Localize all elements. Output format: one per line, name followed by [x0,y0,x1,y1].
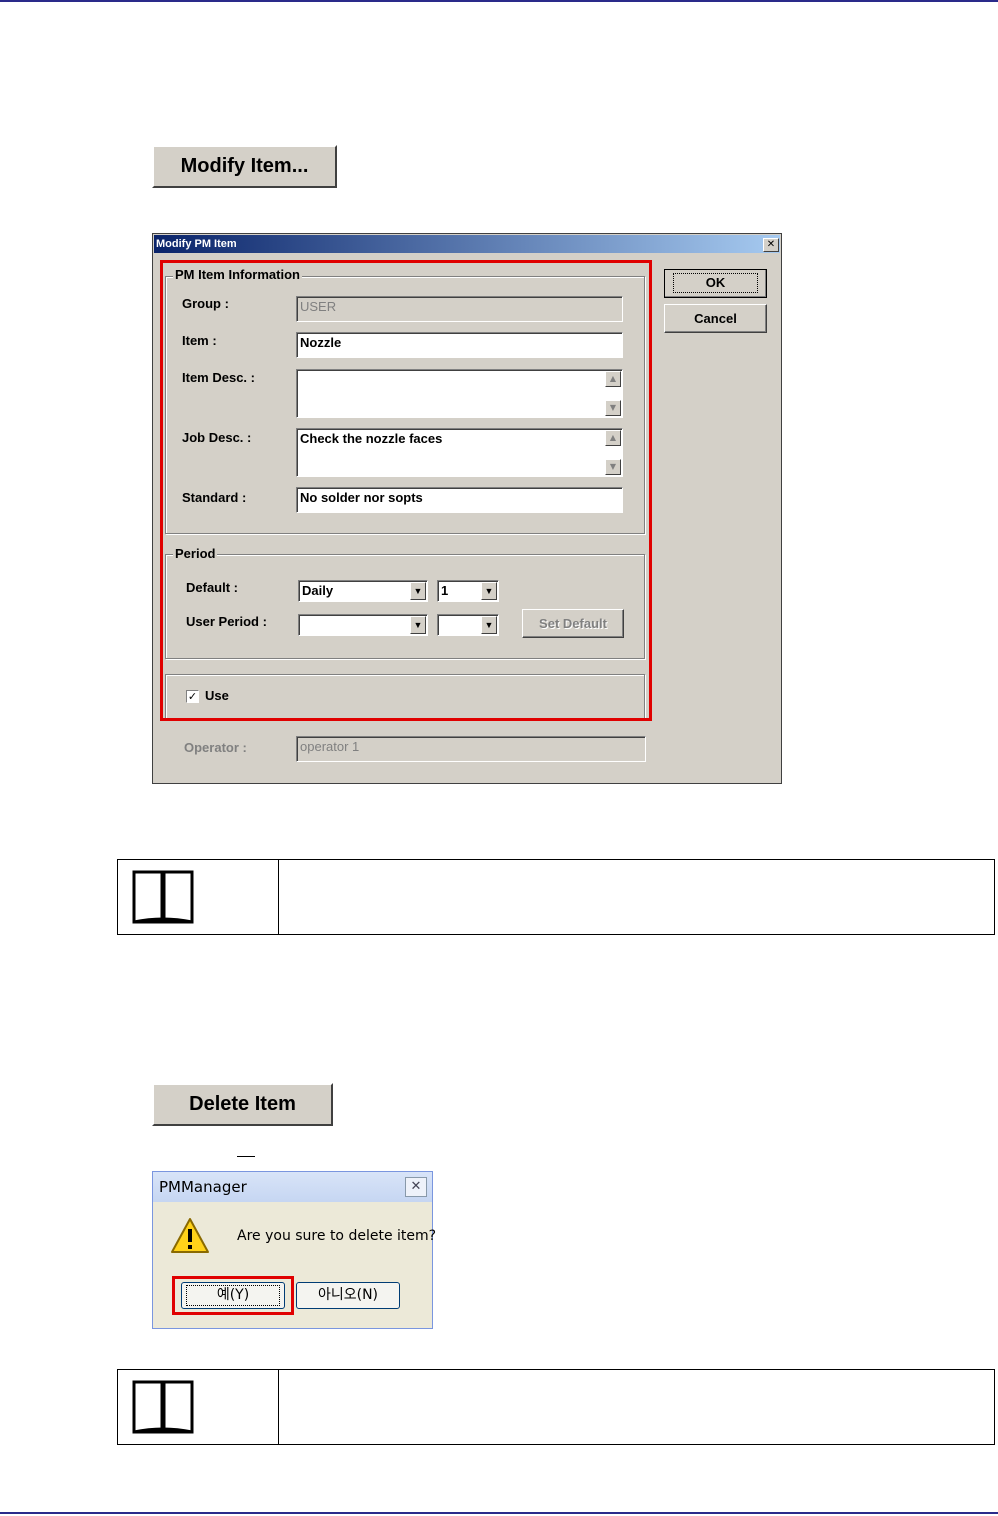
cancel-button[interactable]: Cancel [664,304,767,333]
confirm-message: Are you sure to delete item? [237,1228,437,1244]
open-book-icon [132,870,194,924]
highlight-box [172,1276,294,1315]
ok-label: OK [672,273,759,293]
underline-mark [237,1156,255,1157]
note-icon-cell [118,860,279,934]
warning-icon [171,1218,209,1253]
modify-item-button[interactable]: Modify Item... [152,145,337,188]
delete-item-button[interactable]: Delete Item [152,1083,333,1126]
operator-label: Operator : [184,740,247,755]
pmmanager-dialog: PMManager ✕ Are you sure to delete item?… [152,1171,437,1329]
bottom-rule [0,1512,998,1514]
dialog-title: PMManager [153,1172,432,1202]
ok-button[interactable]: OK [664,269,767,298]
close-icon[interactable]: ✕ [763,238,779,252]
operator-field: operator 1 [296,736,646,762]
top-rule [0,0,998,2]
close-icon[interactable]: ✕ [405,1177,427,1197]
dialog-title: Modify PM Item [154,235,780,253]
no-button[interactable]: 아니오(N) [296,1282,400,1309]
open-book-icon [132,1380,194,1434]
note-table [117,859,995,935]
modify-pm-item-dialog: Modify PM Item ✕ PM Item Information Gro… [152,233,782,784]
note-table [117,1369,995,1445]
highlight-box [160,260,652,721]
note-icon-cell [118,1370,279,1444]
